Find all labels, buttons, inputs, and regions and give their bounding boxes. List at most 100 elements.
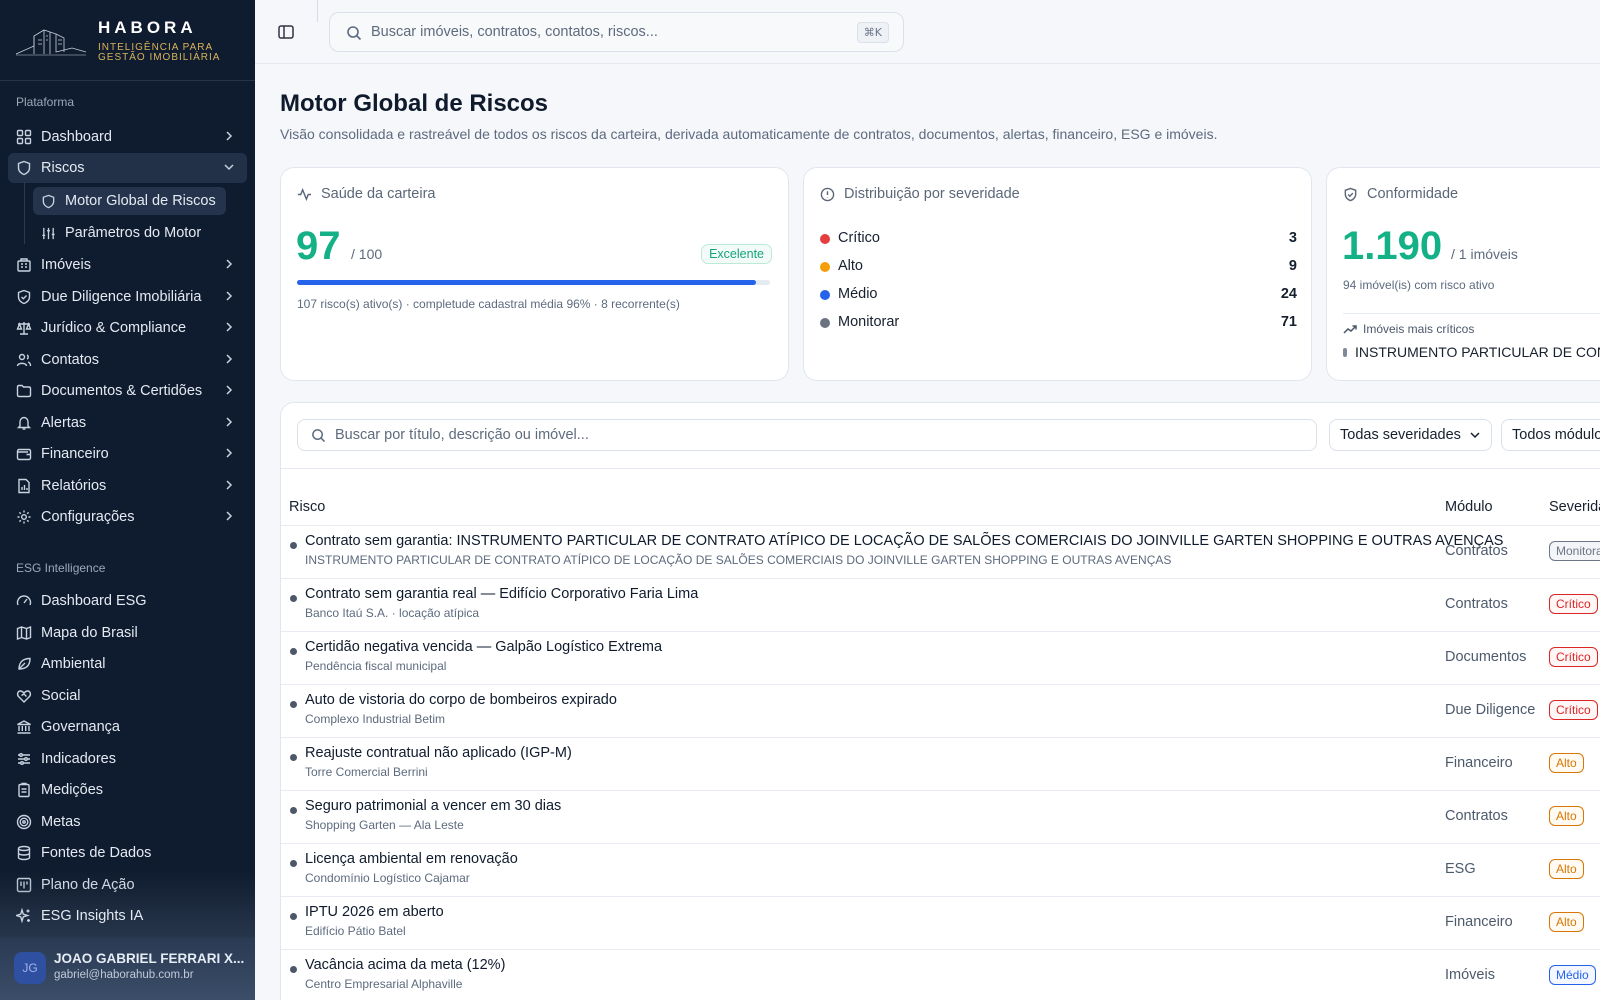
sidebar-item-configuracoes[interactable]: Configurações xyxy=(8,502,247,532)
severity-dot xyxy=(820,234,830,244)
risk-module: ESG xyxy=(1445,861,1476,877)
severity-badge: Alto xyxy=(1549,912,1584,932)
sidebar-item-riscos[interactable]: Riscos xyxy=(8,153,247,183)
sidebar-item-fontes-dados[interactable]: Fontes de Dados xyxy=(8,838,247,868)
sidebar-item-documentos[interactable]: Documentos & Certidões xyxy=(8,376,247,406)
brand[interactable]: HABORA INTELIGÊNCIA PARA GESTÃO IMOBILIÁ… xyxy=(0,0,255,81)
severity-card-header: Distribuição por severidade xyxy=(820,186,1020,202)
risks-search-input[interactable]: Buscar por título, descrição ou imóvel..… xyxy=(297,419,1317,451)
sidebar-item-label: Contatos xyxy=(41,352,100,368)
risk-description: Edifício Pátio Batel xyxy=(305,924,406,938)
risk-title: Auto de vistoria do corpo de bombeiros e… xyxy=(305,692,617,708)
health-progress-bar xyxy=(297,280,770,285)
sidebar-item-label: ESG Insights IA xyxy=(41,908,144,924)
severity-count: 9 xyxy=(1288,258,1297,274)
sidebar-item-relatorios[interactable]: Relatórios xyxy=(8,471,247,501)
compliance-card-header: Conformidade xyxy=(1343,186,1458,202)
sidebar-item-alertas[interactable]: Alertas xyxy=(8,408,247,438)
table-row[interactable]: Licença ambiental em renovação Condomínio… xyxy=(281,844,1600,897)
sidebar-item-dashboard-esg[interactable]: Dashboard ESG xyxy=(8,586,247,616)
table-row[interactable]: Contrato sem garantia real — Edifício Co… xyxy=(281,579,1600,632)
module-filter-select[interactable]: Todos módulo xyxy=(1501,419,1600,451)
sidebar-item-esg-insights[interactable]: ESG Insights IA xyxy=(8,901,247,931)
sliders-icon xyxy=(41,226,56,241)
sidebar-toggle-icon[interactable] xyxy=(277,23,295,41)
global-search-input[interactable]: Buscar imóveis, contratos, contatos, ris… xyxy=(329,12,904,52)
user-profile[interactable]: JG JOAO GABRIEL FERRARI X... gabriel@hab… xyxy=(0,938,255,1000)
table-row[interactable]: IPTU 2026 em aberto Edifício Pátio Batel F… xyxy=(281,897,1600,950)
keyboard-shortcut: ⌘K xyxy=(856,22,889,43)
leaf-icon xyxy=(16,656,32,672)
risks-table-card: Buscar por título, descrição ou imóvel..… xyxy=(280,402,1600,1000)
wallet-icon xyxy=(16,446,32,462)
sidebar-item-indicadores[interactable]: Indicadores xyxy=(8,744,247,774)
severity-row-alto: Alto 9 xyxy=(820,257,1297,277)
sidebar-item-medicoes[interactable]: Medições xyxy=(8,775,247,805)
sidebar-item-label: Governança xyxy=(41,719,120,735)
risk-title: Certidão negativa vencida — Galpão Logís… xyxy=(305,639,663,655)
severity-row-critico: Crítico 3 xyxy=(820,229,1297,249)
row-bullet xyxy=(290,701,297,708)
dashboard-icon xyxy=(16,129,32,145)
risk-description: Torre Comercial Berrini xyxy=(305,765,428,779)
risk-title: Contrato sem garantia: INSTRUMENTO PARTI… xyxy=(305,533,1504,549)
bell-icon xyxy=(16,415,32,431)
table-row[interactable]: Contrato sem garantia: INSTRUMENTO PARTI… xyxy=(281,526,1600,579)
sidebar-item-governanca[interactable]: Governança xyxy=(8,712,247,742)
sidebar-item-juridico[interactable]: Jurídico & Compliance xyxy=(8,313,247,343)
row-bullet xyxy=(290,807,297,814)
health-card-title: Saúde da carteira xyxy=(321,186,436,202)
risk-description: Banco Itaú S.A. · locação atípica xyxy=(305,606,480,620)
sidebar-item-contatos[interactable]: Contatos xyxy=(8,345,247,375)
table-row[interactable]: Seguro patrimonial a vencer em 30 dias Sh… xyxy=(281,791,1600,844)
column-header-risk[interactable]: Risco xyxy=(289,499,325,515)
sidebar-item-metas[interactable]: Metas xyxy=(8,807,247,837)
chevron-right-icon xyxy=(226,322,233,332)
table-row[interactable]: Certidão negativa vencida — Galpão Logís… xyxy=(281,632,1600,685)
chevron-right-icon xyxy=(226,385,233,395)
critical-property-name: INSTRUMENTO PARTICULAR DE CONT xyxy=(1355,344,1600,360)
chevron-right-icon xyxy=(226,448,233,458)
skyline-logo-icon xyxy=(15,29,87,56)
sidebar-item-label: Dashboard xyxy=(41,129,112,145)
table-row[interactable]: Auto de vistoria do corpo de bombeiros e… xyxy=(281,685,1600,738)
sidebar-item-label: Due Diligence Imobiliária xyxy=(41,289,202,305)
row-bullet xyxy=(290,860,297,867)
table-row[interactable]: Vacância acima da meta (12%) Centro Empre… xyxy=(281,950,1600,1000)
risk-module: Contratos xyxy=(1445,808,1508,824)
critical-properties-label: Imóveis mais críticos xyxy=(1363,322,1475,336)
risk-module: Imóveis xyxy=(1445,967,1495,983)
compliance-card-title: Conformidade xyxy=(1367,186,1459,202)
sidebar-subitem-motor-global[interactable]: Motor Global de Riscos xyxy=(33,187,226,215)
compliance-card: Conformidade 1.190 / 1 imóveis 94 imóvel… xyxy=(1326,167,1600,381)
sidebar-item-label: Documentos & Certidões xyxy=(41,383,203,399)
sidebar-item-mapa-brasil[interactable]: Mapa do Brasil xyxy=(8,618,247,648)
severity-filter-select[interactable]: Todas severidades xyxy=(1329,419,1492,451)
sidebar-item-ambiental[interactable]: Ambiental xyxy=(8,649,247,679)
chevron-right-icon xyxy=(226,131,233,141)
health-card: Saúde da carteira 97 / 100 Excelente 107… xyxy=(280,167,789,381)
severity-badge: Alto xyxy=(1549,753,1584,773)
heart-handshake-icon xyxy=(16,688,32,704)
table-row[interactable]: Reajuste contratual não aplicado (IGP-M)… xyxy=(281,738,1600,791)
alert-circle-icon xyxy=(820,187,835,201)
landmark-icon xyxy=(16,719,32,735)
risk-title: Vacância acima da meta (12%) xyxy=(305,957,506,973)
sidebar-item-financeiro[interactable]: Financeiro xyxy=(8,439,247,469)
brand-tagline-line2: GESTÃO IMOBILIÁRIA xyxy=(98,52,221,63)
sidebar-item-social[interactable]: Social xyxy=(8,681,247,711)
row-bullet xyxy=(290,542,297,549)
sidebar-subitem-parametros[interactable]: Parâmetros do Motor xyxy=(33,219,211,247)
severity-card-title: Distribuição por severidade xyxy=(844,186,1020,202)
sidebar-item-plano-acao[interactable]: Plano de Ação xyxy=(8,870,247,900)
critical-property-item[interactable]: INSTRUMENTO PARTICULAR DE CONT xyxy=(1343,344,1600,360)
column-header-module[interactable]: Módulo xyxy=(1445,499,1493,515)
compliance-unit: / 1 imóveis xyxy=(1451,246,1518,262)
risk-module: Financeiro xyxy=(1445,755,1513,771)
severity-badge: Alto xyxy=(1549,859,1584,879)
sidebar-item-due-diligence[interactable]: Due Diligence Imobiliária xyxy=(8,282,247,312)
sidebar-item-imoveis[interactable]: Imóveis xyxy=(8,250,247,280)
column-header-severity[interactable]: Severida xyxy=(1549,499,1600,515)
sidebar-item-dashboard[interactable]: Dashboard xyxy=(8,122,247,152)
health-progress-fill xyxy=(297,280,756,285)
